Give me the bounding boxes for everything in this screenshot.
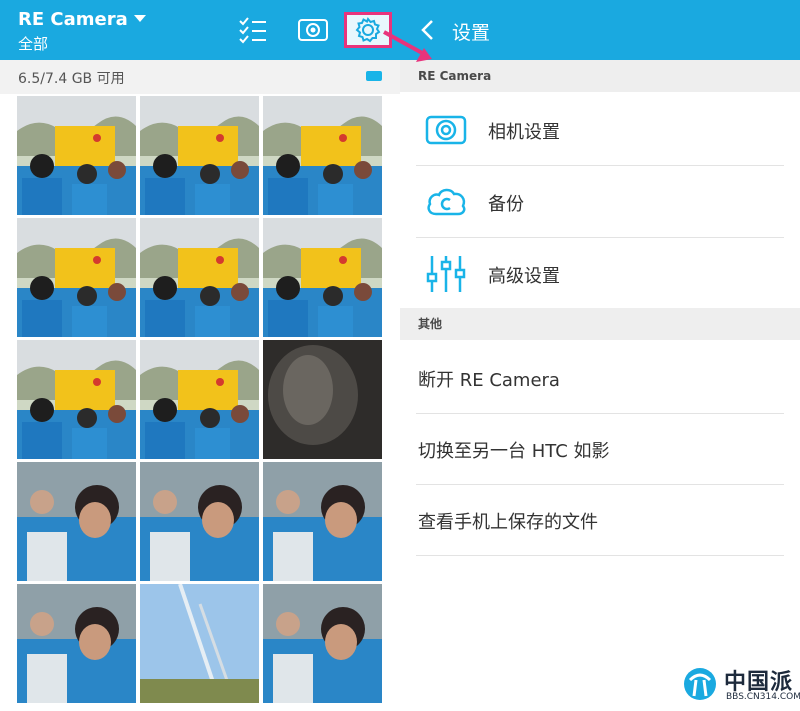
storage-bar: 6.5/7.4 GB 可用 (0, 60, 400, 94)
menu-item-label: 断开 RE Camera (418, 370, 560, 391)
camera-icon[interactable] (296, 14, 330, 46)
checklist-icon[interactable] (236, 14, 270, 46)
menu-item-label: 切换至另一台 HTC 如影 (418, 441, 610, 462)
menu-item-disconnect[interactable]: 断开 RE Camera (400, 342, 800, 414)
menu-item-label: 相机设置 (488, 122, 560, 143)
settings-appbar: 设置 (400, 0, 800, 60)
divider (416, 555, 784, 556)
photo-thumbnail[interactable] (263, 96, 382, 215)
photo-thumbnail[interactable] (140, 218, 259, 337)
photo-thumbnail[interactable] (140, 340, 259, 459)
chevron-down-icon (133, 15, 146, 22)
settings-panel: 设置 RE Camera 相机设置 备份 高级设置 其他 断开 RE Camer… (400, 0, 800, 711)
menu-item-view-saved-files[interactable]: 查看手机上保存的文件 (400, 484, 800, 556)
photo-thumbnail[interactable] (263, 218, 382, 337)
photo-thumbnail[interactable] (263, 584, 382, 703)
photo-thumbnail[interactable] (140, 96, 259, 215)
photo-thumbnail[interactable] (17, 96, 136, 215)
cloud-icon (424, 180, 468, 224)
photo-thumbnail[interactable] (140, 462, 259, 581)
photo-thumbnail[interactable] (263, 462, 382, 581)
menu-item-switch-device[interactable]: 切换至另一台 HTC 如影 (400, 413, 800, 485)
app-title: RE Camera (18, 9, 128, 30)
menu-item-label: 高级设置 (488, 266, 560, 287)
photo-thumbnail[interactable] (17, 584, 136, 703)
camera-icon (424, 108, 468, 152)
sliders-icon (424, 252, 468, 296)
gallery-panel: RE Camera 全部 6.5/7.4 GB 可用 (0, 0, 400, 711)
watermark-url: BBS.CN314.COM (726, 692, 800, 702)
battery-icon (366, 71, 382, 81)
page-title: 设置 (452, 22, 491, 44)
photo-thumbnail[interactable] (17, 462, 136, 581)
filter-label: 全部 (18, 35, 49, 53)
section-header-recamera: RE Camera (400, 60, 800, 92)
menu-item-camera-settings[interactable]: 相机设置 (400, 94, 800, 166)
menu-item-label: 查看手机上保存的文件 (418, 512, 598, 533)
menu-item-label: 备份 (488, 194, 524, 215)
photo-thumbnail[interactable] (263, 340, 382, 459)
watermark-logo-icon (682, 666, 718, 702)
menu-item-advanced-settings[interactable]: 高级设置 (400, 238, 800, 310)
storage-text: 6.5/7.4 GB 可用 (18, 71, 125, 87)
photo-grid (17, 96, 383, 711)
gallery-appbar: RE Camera 全部 (0, 0, 400, 60)
watermark: 中国派 BBS.CN314.COM (672, 660, 800, 711)
photo-thumbnail[interactable] (140, 584, 259, 703)
annotation-arrow-icon (380, 28, 440, 68)
photo-thumbnail[interactable] (17, 340, 136, 459)
menu-item-backup[interactable]: 备份 (400, 166, 800, 238)
app-title-dropdown[interactable]: RE Camera (18, 9, 146, 30)
photo-thumbnail[interactable] (17, 218, 136, 337)
section-header-other: 其他 (400, 308, 800, 340)
